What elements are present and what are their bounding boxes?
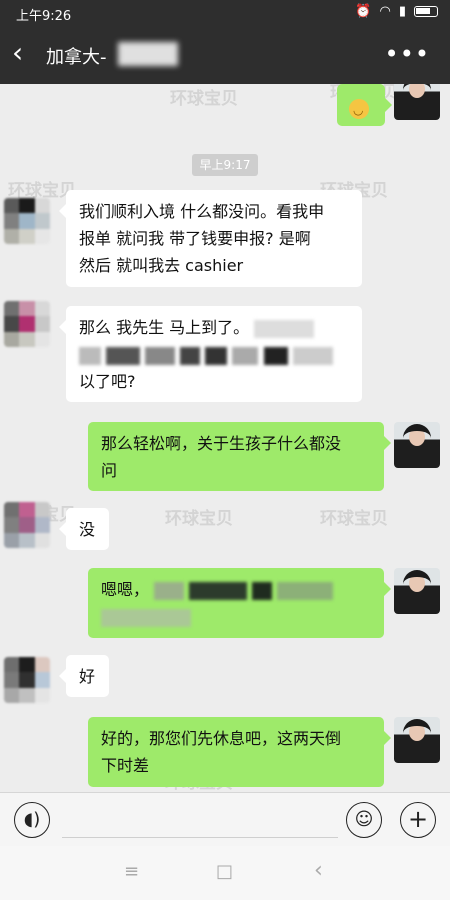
contact-name: 加拿大- bbox=[46, 47, 107, 68]
message-bubble-contact[interactable]: 那么 我先生 马上到了。 以了吧? bbox=[59, 306, 362, 402]
status-bar: 上午9:26 ⏰ ◠ ▮ bbox=[0, 0, 450, 26]
self-avatar[interactable] bbox=[394, 84, 440, 120]
redacted-text bbox=[252, 581, 273, 600]
wifi-icon: ◠ bbox=[379, 4, 391, 19]
voice-icon[interactable]: ◖) bbox=[14, 802, 50, 838]
message-line: 然后 就叫我去 cashier bbox=[79, 256, 244, 275]
watermark: 环球宝贝 bbox=[320, 509, 388, 529]
alarm-icon: ⏰ bbox=[355, 4, 372, 19]
message-bubble-self[interactable]: 嗯嗯， bbox=[88, 568, 391, 638]
status-time: 上午9:26 bbox=[16, 9, 72, 24]
signal-icon: ▮ bbox=[398, 4, 406, 19]
menu-nav-icon[interactable]: ≡ bbox=[124, 861, 139, 882]
message-line-redacted bbox=[101, 603, 371, 630]
message-line: 好的，那您们先休息吧，这两天倒 bbox=[101, 729, 342, 748]
message-bubble-self[interactable]: 好的，那您们先休息吧，这两天倒 下时差 bbox=[88, 717, 391, 787]
battery-icon bbox=[414, 6, 438, 17]
message-bubble-contact[interactable]: 好 bbox=[59, 655, 109, 697]
plus-icon[interactable]: + bbox=[400, 802, 436, 838]
watermark: 环球宝贝 bbox=[165, 509, 233, 529]
message-input[interactable] bbox=[62, 802, 338, 838]
more-icon[interactable]: ••• bbox=[385, 40, 430, 68]
back-nav-icon[interactable]: ‹ bbox=[314, 858, 323, 883]
message-bubble-contact[interactable]: 没 bbox=[59, 508, 109, 550]
contact-avatar[interactable] bbox=[4, 301, 50, 347]
message-bubble-contact[interactable]: 我们顺利入境 什么都没问。看我申 报单 就问我 带了钱要申报? 是啊 然后 就叫… bbox=[59, 190, 362, 287]
message-line: 嗯嗯， bbox=[101, 576, 371, 603]
message-line: 以了吧? bbox=[79, 372, 136, 391]
system-nav-bar: ≡ □ ‹ bbox=[0, 846, 450, 900]
message-bubble-self[interactable] bbox=[337, 84, 392, 126]
input-bar: ◖) ☺ + bbox=[0, 792, 450, 846]
timestamp: 早上9:17 bbox=[192, 154, 258, 176]
watermark: 环球宝贝 bbox=[170, 89, 238, 109]
back-icon[interactable]: ‹ bbox=[12, 38, 40, 70]
redacted-name bbox=[118, 42, 178, 66]
home-nav-icon[interactable]: □ bbox=[216, 861, 233, 882]
message-line: 那么轻松啊，关于生孩子什么都没 bbox=[101, 434, 342, 453]
redacted-text bbox=[254, 319, 315, 338]
self-avatar[interactable] bbox=[394, 717, 440, 763]
emoji-icon[interactable]: ☺ bbox=[346, 802, 382, 838]
message-line-redacted bbox=[79, 341, 349, 368]
self-avatar[interactable] bbox=[394, 422, 440, 468]
message-line: 下时差 bbox=[101, 756, 150, 775]
contact-avatar[interactable] bbox=[4, 198, 50, 244]
redacted-text bbox=[154, 581, 185, 600]
redacted-text bbox=[189, 581, 248, 600]
message-bubble-self[interactable]: 那么轻松啊，关于生孩子什么都没 问 bbox=[88, 422, 391, 491]
self-avatar[interactable] bbox=[394, 568, 440, 614]
message-line: 那么 我先生 马上到了。 bbox=[79, 314, 349, 341]
contact-avatar[interactable] bbox=[4, 502, 50, 548]
redacted-text bbox=[277, 581, 334, 600]
status-icons: ⏰ ◠ ▮ bbox=[355, 4, 438, 19]
message-line: 问 bbox=[101, 461, 118, 480]
smile-emoji-icon bbox=[349, 97, 369, 124]
message-line: 好 bbox=[79, 667, 96, 686]
contact-avatar[interactable] bbox=[4, 657, 50, 703]
message-line: 没 bbox=[79, 520, 96, 539]
message-line: 我们顺利入境 什么都没问。看我申 bbox=[79, 202, 325, 221]
chat-header: ‹ 加拿大- ••• bbox=[0, 26, 450, 84]
message-line: 报单 就问我 带了钱要申报? 是啊 bbox=[79, 229, 311, 248]
chat-area[interactable]: 环球宝贝 环球宝贝 环球宝贝 环球宝贝 环球宝贝 环球宝贝 环球宝贝 环球宝贝 … bbox=[0, 84, 450, 792]
